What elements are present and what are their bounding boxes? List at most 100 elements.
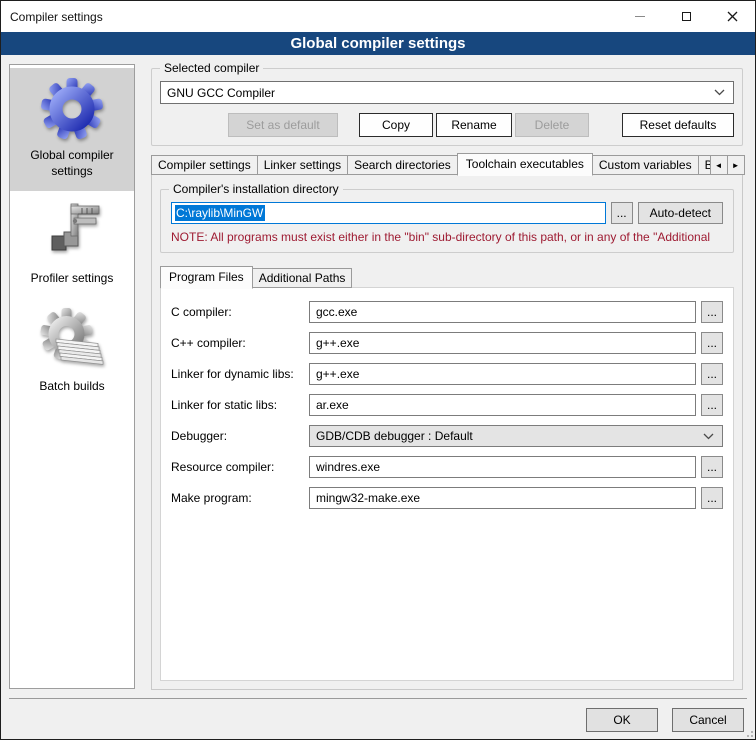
close-button[interactable] xyxy=(709,1,755,32)
resource-compiler-label: Resource compiler: xyxy=(171,460,309,474)
selected-compiler-group-label: Selected compiler xyxy=(160,61,263,75)
tab-scroll-controls: ◄ ► xyxy=(711,155,745,175)
button-label: Delete xyxy=(535,118,570,132)
compiler-actions: Set as default Copy Rename Delete Reset … xyxy=(160,113,734,137)
make-program-row: Make program: mingw32-make.exe ... xyxy=(171,487,723,509)
auto-detect-button[interactable]: Auto-detect xyxy=(638,202,723,224)
button-label: Copy xyxy=(382,118,410,132)
cpp-compiler-label: C++ compiler: xyxy=(171,336,309,350)
static-linker-row: Linker for static libs: ar.exe ... xyxy=(171,394,723,416)
tab-label: Additional Paths xyxy=(259,271,346,285)
dynamic-linker-browse-button[interactable]: ... xyxy=(701,363,723,385)
static-linker-label: Linker for static libs: xyxy=(171,398,309,412)
c-compiler-input[interactable]: gcc.exe xyxy=(309,301,696,323)
rename-button[interactable]: Rename xyxy=(436,113,512,137)
make-program-browse-button[interactable]: ... xyxy=(701,487,723,509)
close-icon xyxy=(727,11,738,22)
installation-directory-browse-button[interactable]: ... xyxy=(611,202,633,224)
tab-search-directories[interactable]: Search directories xyxy=(347,155,458,175)
tab-toolchain-executables[interactable]: Toolchain executables xyxy=(457,153,593,176)
delete-button[interactable]: Delete xyxy=(515,113,589,137)
make-program-label: Make program: xyxy=(171,491,309,505)
input-value: gcc.exe xyxy=(316,305,357,319)
cpp-compiler-row: C++ compiler: g++.exe ... xyxy=(171,332,723,354)
installation-directory-row: C:\raylib\MinGW ... Auto-detect xyxy=(171,202,723,224)
tab-additional-paths[interactable]: Additional Paths xyxy=(252,268,353,288)
window-title: Compiler settings xyxy=(1,10,103,24)
selected-compiler-group: Selected compiler GNU GCC Compiler Set a… xyxy=(151,68,743,146)
dynamic-linker-row: Linker for dynamic libs: g++.exe ... xyxy=(171,363,723,385)
resource-compiler-input[interactable]: windres.exe xyxy=(309,456,696,478)
sidebar-item-label: Profiler settings xyxy=(14,271,130,287)
c-compiler-label: C compiler: xyxy=(171,305,309,319)
tab-label: Custom variables xyxy=(599,158,692,172)
ellipsis-icon: ... xyxy=(707,307,717,317)
tab-linker-settings[interactable]: Linker settings xyxy=(257,155,348,175)
dialog-header-title: Global compiler settings xyxy=(290,35,465,52)
minimize-icon xyxy=(635,16,645,17)
input-value: ar.exe xyxy=(316,398,349,412)
chevron-down-icon xyxy=(714,89,725,96)
tab-custom-variables[interactable]: Custom variables xyxy=(592,155,699,175)
resource-compiler-browse-button[interactable]: ... xyxy=(701,456,723,478)
tab-program-files[interactable]: Program Files xyxy=(160,266,253,289)
maximize-button[interactable] xyxy=(663,1,709,32)
cancel-button[interactable]: Cancel xyxy=(672,708,744,732)
arrow-right-icon: ► xyxy=(732,161,740,170)
installation-directory-input[interactable]: C:\raylib\MinGW xyxy=(171,202,606,224)
program-files-tabstrip: Program Files Additional Paths xyxy=(160,265,734,288)
sidebar-item-batch-builds[interactable]: Batch builds xyxy=(10,299,134,407)
dynamic-linker-input[interactable]: g++.exe xyxy=(309,363,696,385)
caption-buttons xyxy=(617,1,755,32)
titlebar[interactable]: Compiler settings xyxy=(1,1,755,32)
make-program-input[interactable]: mingw32-make.exe xyxy=(309,487,696,509)
dialog-header: Global compiler settings xyxy=(1,32,755,55)
input-value: windres.exe xyxy=(316,460,380,474)
toolchain-executables-page: Compiler's installation directory C:\ray… xyxy=(151,174,743,690)
ellipsis-icon: ... xyxy=(707,462,717,472)
sidebar-item-label: Batch builds xyxy=(14,379,130,395)
input-value: g++.exe xyxy=(316,336,359,350)
button-label: Set as default xyxy=(246,118,319,132)
c-compiler-row: C compiler: gcc.exe ... xyxy=(171,301,723,323)
cpp-compiler-browse-button[interactable]: ... xyxy=(701,332,723,354)
tab-compiler-settings[interactable]: Compiler settings xyxy=(151,155,258,175)
gray-gear-stack-icon xyxy=(40,308,104,372)
installation-directory-group: Compiler's installation directory C:\ray… xyxy=(160,189,734,253)
c-compiler-browse-button[interactable]: ... xyxy=(701,301,723,323)
button-label: Auto-detect xyxy=(650,206,711,220)
debugger-select[interactable]: GDB/CDB debugger : Default xyxy=(309,425,723,447)
reset-defaults-button[interactable]: Reset defaults xyxy=(622,113,734,137)
select-value: GDB/CDB debugger : Default xyxy=(316,429,473,443)
footer-divider xyxy=(9,698,747,699)
button-label: Cancel xyxy=(689,713,726,727)
tab-label: Search directories xyxy=(354,158,451,172)
settings-category-list: Global compiler settings Profiler settin… xyxy=(9,64,135,689)
installation-directory-value: C:\raylib\MinGW xyxy=(175,205,265,221)
static-linker-input[interactable]: ar.exe xyxy=(309,394,696,416)
static-linker-browse-button[interactable]: ... xyxy=(701,394,723,416)
blue-gear-icon xyxy=(40,77,104,141)
chevron-down-icon xyxy=(703,433,714,440)
tab-label: Toolchain executables xyxy=(466,157,584,171)
ok-button[interactable]: OK xyxy=(586,708,658,732)
cpp-compiler-input[interactable]: g++.exe xyxy=(309,332,696,354)
tab-scroll-left-button[interactable]: ◄ xyxy=(710,155,728,175)
dynamic-linker-label: Linker for dynamic libs: xyxy=(171,367,309,381)
resize-grip[interactable] xyxy=(743,727,753,737)
resource-compiler-row: Resource compiler: windres.exe ... xyxy=(171,456,723,478)
tab-scroll-right-button[interactable]: ► xyxy=(727,155,745,175)
button-label: Reset defaults xyxy=(640,118,717,132)
tab-label: Linker settings xyxy=(264,158,341,172)
minimize-button[interactable] xyxy=(617,1,663,32)
compiler-select[interactable]: GNU GCC Compiler xyxy=(160,81,734,104)
button-label: Rename xyxy=(451,118,496,132)
tab-label: Program Files xyxy=(169,270,244,284)
sidebar-item-profiler-settings[interactable]: Profiler settings xyxy=(10,191,134,299)
set-as-default-button[interactable]: Set as default xyxy=(228,113,338,137)
arrow-left-icon: ◄ xyxy=(715,161,723,170)
debugger-row: Debugger: GDB/CDB debugger : Default xyxy=(171,425,723,447)
copy-button[interactable]: Copy xyxy=(359,113,433,137)
button-label: OK xyxy=(613,713,630,727)
sidebar-item-global-compiler-settings[interactable]: Global compiler settings xyxy=(10,68,134,191)
